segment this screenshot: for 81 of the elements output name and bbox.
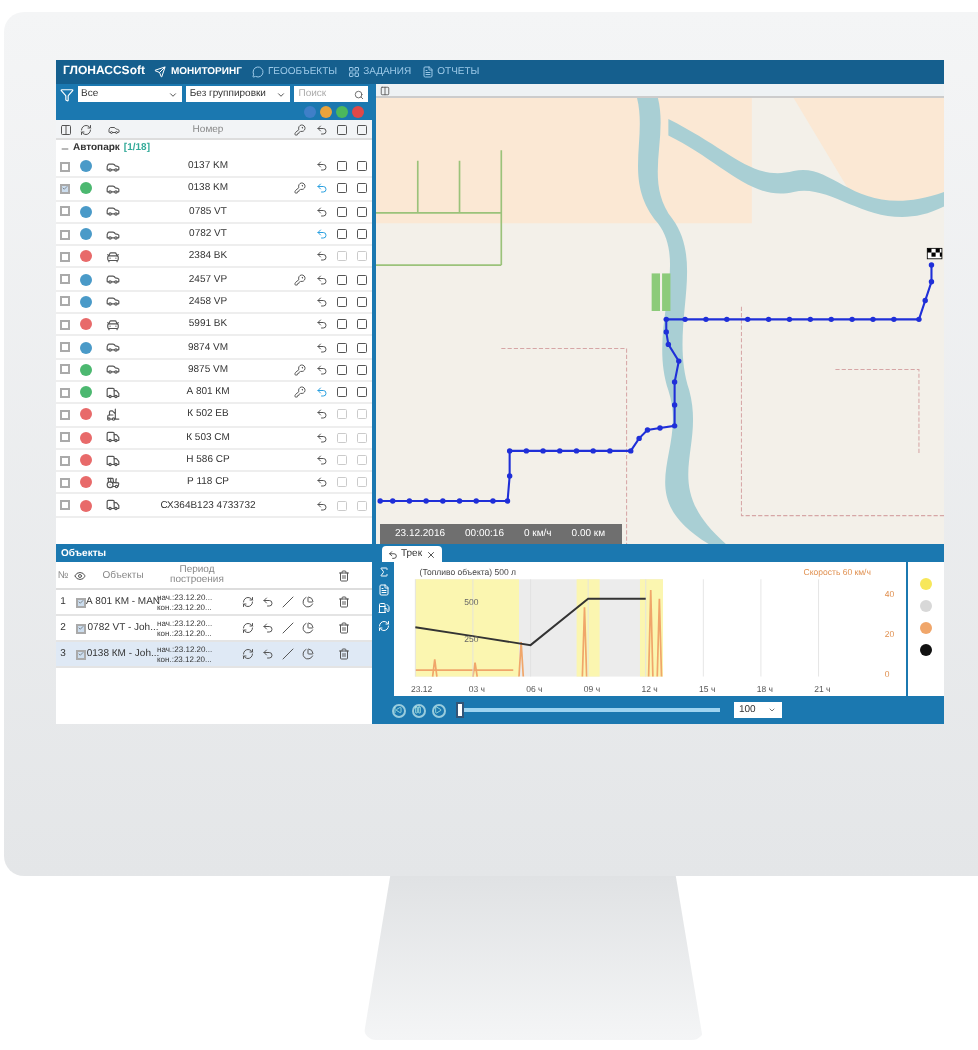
checkbox[interactable] <box>75 623 85 634</box>
checkbox[interactable] <box>60 477 70 488</box>
refresh-icon[interactable] <box>75 123 97 135</box>
refresh-icon[interactable] <box>237 648 257 661</box>
pause-button[interactable] <box>411 703 425 718</box>
checkbox[interactable] <box>60 409 70 420</box>
status-filter-dot[interactable] <box>303 106 315 118</box>
sigma-icon[interactable] <box>378 566 390 579</box>
track-icon[interactable] <box>311 386 331 399</box>
refresh-icon[interactable] <box>237 622 257 635</box>
list-icon[interactable] <box>331 341 351 354</box>
filter-icon[interactable] <box>59 87 73 101</box>
list-icon[interactable] <box>331 318 351 331</box>
checkbox[interactable] <box>60 251 70 262</box>
track-icon[interactable] <box>311 476 331 489</box>
refresh-icon[interactable] <box>378 620 390 633</box>
checkbox[interactable] <box>60 183 70 194</box>
track-icon[interactable] <box>311 182 331 195</box>
track-icon[interactable] <box>311 499 331 512</box>
list-icon[interactable] <box>331 386 351 399</box>
checkbox[interactable] <box>60 364 70 375</box>
track-icon[interactable] <box>311 250 331 263</box>
checkbox[interactable] <box>75 649 85 660</box>
chevron-down-icon <box>276 89 287 99</box>
checkbox[interactable] <box>60 274 70 285</box>
eye-icon <box>71 569 89 582</box>
monitor-icon <box>154 66 167 78</box>
checkbox[interactable] <box>60 432 70 443</box>
tasks-icon <box>347 66 360 78</box>
pie-chart-icon[interactable] <box>297 648 317 661</box>
fuel-icon[interactable] <box>378 602 390 615</box>
playback-slider[interactable] <box>455 702 463 719</box>
status-filter-dot[interactable] <box>319 106 331 118</box>
rewind-button[interactable] <box>391 703 405 718</box>
list-icon[interactable] <box>331 273 351 286</box>
status-filter-dot[interactable] <box>351 106 363 118</box>
checkbox[interactable] <box>60 229 70 240</box>
track-icon[interactable] <box>311 160 331 173</box>
track-icon[interactable] <box>257 596 277 609</box>
track-icon[interactable] <box>311 273 331 286</box>
search-icon <box>353 89 363 99</box>
track-icon[interactable] <box>311 228 331 241</box>
select-all-icon[interactable] <box>55 123 75 135</box>
checkbox[interactable] <box>60 296 70 307</box>
track-icon[interactable] <box>311 431 331 444</box>
track-icon <box>311 123 331 135</box>
track-icon[interactable] <box>311 318 331 331</box>
track-icon[interactable] <box>311 205 331 218</box>
list-icon[interactable] <box>331 295 351 308</box>
checkbox[interactable] <box>60 319 70 330</box>
pie-chart-icon[interactable] <box>297 596 317 609</box>
checkbox[interactable] <box>60 500 70 511</box>
checkbox[interactable] <box>60 387 70 398</box>
track-icon <box>387 549 397 560</box>
reports-icon <box>421 66 434 78</box>
chevron-down-icon <box>167 89 178 99</box>
list-icon[interactable] <box>331 363 351 376</box>
geo-icon <box>251 66 264 78</box>
track-icon[interactable] <box>311 363 331 376</box>
document-icon[interactable] <box>378 584 390 597</box>
play-button[interactable] <box>431 703 445 718</box>
list-icon[interactable] <box>331 182 351 195</box>
checkbox[interactable] <box>60 342 70 353</box>
status-filter-dot[interactable] <box>335 106 347 118</box>
list-icon[interactable] <box>331 205 351 218</box>
track-icon[interactable] <box>311 295 331 308</box>
map-layers-icon[interactable] <box>379 85 389 95</box>
finish-flag-icon <box>925 247 942 260</box>
pie-chart-icon[interactable] <box>297 622 317 635</box>
track-icon[interactable] <box>257 648 277 661</box>
checkbox[interactable] <box>60 161 70 172</box>
checkbox[interactable] <box>60 206 70 217</box>
track-icon[interactable] <box>257 622 277 635</box>
checkbox[interactable] <box>60 455 70 465</box>
track-icon[interactable] <box>311 454 331 466</box>
checkbox[interactable] <box>75 597 85 608</box>
list-icon[interactable] <box>331 228 351 241</box>
track-icon[interactable] <box>311 341 331 354</box>
list-icon[interactable] <box>331 160 351 173</box>
refresh-icon[interactable] <box>237 596 257 609</box>
track-icon[interactable] <box>311 408 331 421</box>
